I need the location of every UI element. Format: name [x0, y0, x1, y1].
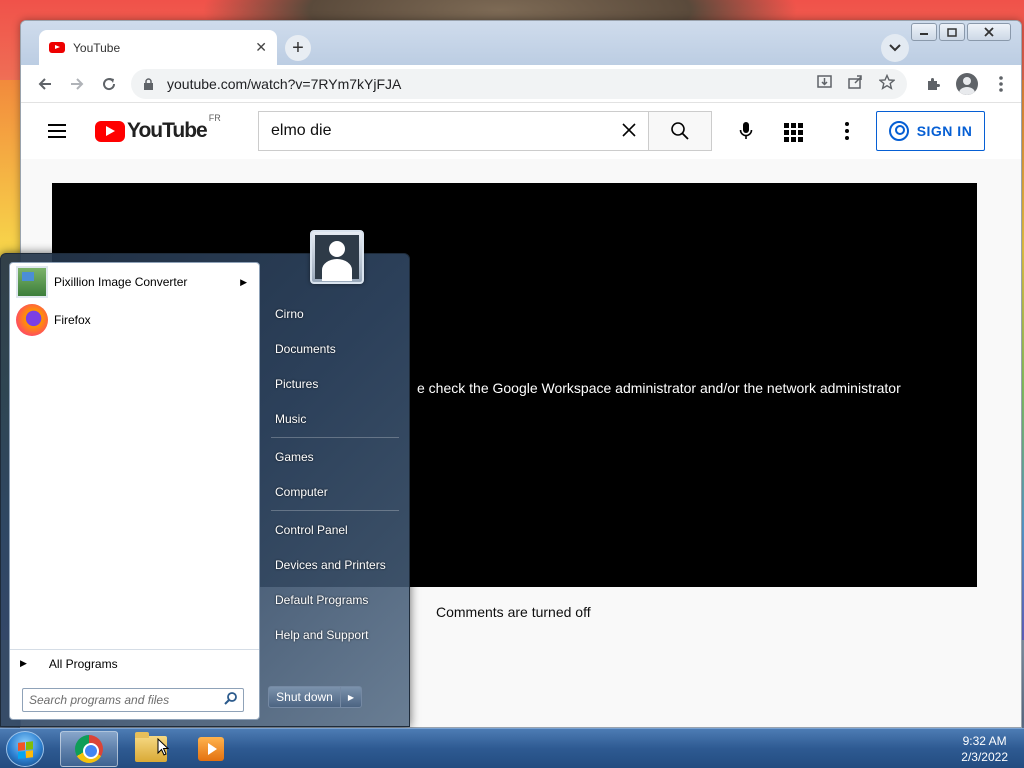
program-pixillion[interactable]: Pixillion Image Converter ▶ [10, 263, 259, 301]
minimize-button[interactable] [911, 23, 937, 41]
youtube-logo[interactable]: YouTube FR [95, 113, 221, 143]
url-text: youtube.com/watch?v=7RYm7kYjFJA [167, 75, 402, 92]
media-player-icon [198, 737, 224, 761]
voice-search-button[interactable] [726, 111, 766, 151]
arrow-right-icon [71, 77, 84, 90]
start-search-input[interactable]: Search programs and files [22, 688, 244, 712]
chrome-icon [75, 735, 103, 763]
divider [271, 437, 399, 438]
start-search-placeholder: Search programs and files [29, 693, 170, 707]
shutdown-options-arrow-icon[interactable]: ▶ [341, 687, 361, 707]
lock-icon [143, 77, 155, 90]
program-label: Firefox [54, 313, 91, 327]
youtube-logo-text: YouTube [127, 119, 208, 142]
youtube-play-logo-icon [95, 120, 125, 142]
place-computer[interactable]: Computer [267, 474, 403, 509]
start-menu-programs-pane: Pixillion Image Converter ▶ Firefox ▶ Al… [9, 262, 260, 720]
minimize-icon [920, 33, 928, 35]
account-circle-icon [888, 121, 909, 141]
place-documents[interactable]: Documents [267, 331, 403, 366]
place-default-programs[interactable]: Default Programs [267, 582, 403, 617]
submenu-arrow-icon: ▶ [240, 276, 247, 287]
user-silhouette-icon [315, 235, 359, 281]
install-icon[interactable] [817, 74, 832, 93]
place-games[interactable]: Games [267, 439, 403, 474]
bookmark-star-icon[interactable] [878, 73, 896, 94]
extensions-puzzle-icon[interactable] [921, 72, 945, 96]
expand-arrow-icon: ▶ [20, 658, 27, 668]
new-tab-button[interactable]: + [285, 35, 311, 61]
share-icon[interactable] [848, 74, 863, 93]
player-error-message: e check the Google Workspace administrat… [417, 380, 901, 396]
search-button[interactable] [648, 111, 712, 151]
browser-titlebar: YouTube ✕ + [21, 21, 1021, 65]
windows-logo-icon [18, 741, 34, 759]
address-bar[interactable]: youtube.com/watch?v=7RYm7kYjFJA [131, 68, 907, 99]
search-icon [671, 122, 689, 140]
clear-search-icon[interactable] [622, 121, 636, 142]
start-menu: Pixillion Image Converter ▶ Firefox ▶ Al… [0, 230, 410, 727]
reload-button[interactable] [93, 68, 125, 100]
toolbar-actions [921, 72, 1013, 96]
divider [271, 510, 399, 511]
settings-kebab-icon[interactable] [835, 119, 859, 143]
taskbar-media-player[interactable] [182, 731, 240, 767]
user-avatar[interactable] [310, 230, 364, 284]
maximize-icon [947, 27, 957, 37]
sign-in-label: SIGN IN [916, 123, 973, 139]
comments-status: Comments are turned off [436, 604, 591, 620]
pixillion-icon [16, 266, 48, 298]
tab-close-icon[interactable]: ✕ [255, 39, 267, 56]
close-button[interactable] [967, 23, 1011, 41]
youtube-apps-grid-icon[interactable] [781, 119, 805, 143]
search-input[interactable]: elmo die [258, 111, 648, 151]
all-programs-label: All Programs [48, 656, 118, 671]
youtube-favicon-icon [49, 42, 65, 53]
youtube-header: YouTube FR elmo die SIGN IN [21, 103, 1021, 159]
taskbar-explorer[interactable] [122, 731, 180, 767]
search-bar: elmo die [258, 111, 766, 151]
back-button[interactable] [29, 68, 61, 100]
start-menu-places: Cirno Documents Pictures Music Games Com… [267, 296, 403, 652]
profile-avatar-icon [956, 72, 978, 95]
shutdown-button[interactable]: Shut down [269, 687, 341, 707]
search-query: elmo die [271, 122, 332, 139]
guide-menu-icon[interactable] [37, 111, 77, 151]
sign-in-button[interactable]: SIGN IN [876, 111, 985, 151]
system-clock[interactable]: 9:32 AM 2/3/2022 [961, 733, 1008, 765]
country-code: FR [208, 113, 221, 123]
program-label: Pixillion Image Converter [54, 275, 188, 289]
arrow-left-icon [38, 77, 51, 90]
window-controls [911, 23, 1011, 41]
microphone-icon [739, 122, 753, 139]
taskbar: 9:32 AM 2/3/2022 [0, 728, 1024, 768]
place-devices-and-printers[interactable]: Devices and Printers [267, 547, 403, 582]
start-button[interactable] [6, 731, 44, 767]
taskbar-chrome[interactable] [60, 731, 118, 767]
all-programs-button[interactable]: ▶ All Programs [10, 649, 259, 677]
browser-toolbar: youtube.com/watch?v=7RYm7kYjFJA [21, 65, 1021, 103]
close-icon [984, 27, 994, 37]
place-pictures[interactable]: Pictures [267, 366, 403, 401]
place-music[interactable]: Music [267, 401, 403, 436]
place-user-folder[interactable]: Cirno [267, 296, 403, 331]
tab-title: YouTube [73, 40, 121, 55]
mouse-cursor-icon [157, 738, 169, 756]
search-icon [224, 692, 237, 708]
clock-date: 2/3/2022 [961, 750, 1008, 764]
place-help-and-support[interactable]: Help and Support [267, 617, 403, 652]
place-control-panel[interactable]: Control Panel [267, 512, 403, 547]
forward-button[interactable] [61, 68, 93, 100]
reload-icon [103, 77, 116, 90]
tab-search-button[interactable] [881, 34, 909, 62]
maximize-button[interactable] [939, 23, 965, 41]
tab-youtube[interactable]: YouTube ✕ [39, 30, 277, 65]
shutdown-control: Shut down ▶ [268, 686, 362, 708]
profile-button[interactable] [955, 72, 979, 96]
clock-time: 9:32 AM [962, 734, 1007, 748]
firefox-icon [16, 304, 48, 336]
chevron-down-icon [889, 44, 901, 52]
program-firefox[interactable]: Firefox [10, 301, 259, 339]
browser-menu-kebab-icon[interactable] [989, 72, 1013, 96]
